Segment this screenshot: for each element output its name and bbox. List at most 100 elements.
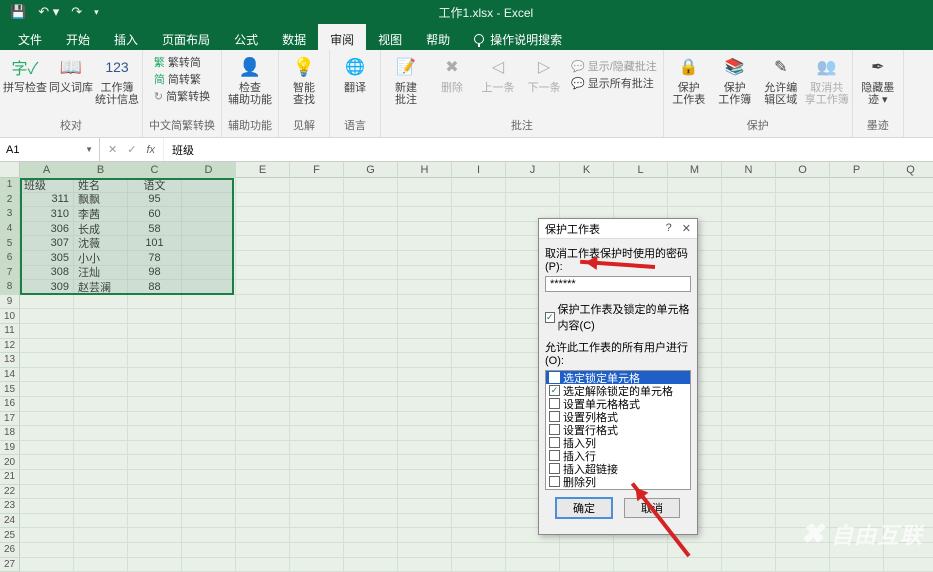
cell[interactable] xyxy=(236,193,290,208)
btn-translate[interactable]: 🌐 翻译 xyxy=(336,54,374,94)
cancel-button[interactable]: 取消 xyxy=(624,498,680,518)
cell[interactable] xyxy=(290,412,344,427)
cell[interactable] xyxy=(128,397,182,412)
cell[interactable] xyxy=(776,266,830,281)
cell[interactable] xyxy=(722,339,776,354)
cell[interactable] xyxy=(290,193,344,208)
cell[interactable] xyxy=(74,514,128,529)
cell[interactable]: 78 xyxy=(128,251,182,266)
col-header-Q[interactable]: Q xyxy=(884,162,933,178)
cell[interactable] xyxy=(128,543,182,558)
cell[interactable] xyxy=(182,251,236,266)
cell[interactable] xyxy=(506,558,560,572)
cell[interactable] xyxy=(506,543,560,558)
cell[interactable] xyxy=(884,426,933,441)
cell[interactable] xyxy=(398,470,452,485)
btn-spellcheck[interactable]: 字✓ 拼写检查 xyxy=(6,54,44,94)
cell[interactable] xyxy=(128,382,182,397)
cell[interactable] xyxy=(398,266,452,281)
cell[interactable] xyxy=(830,280,884,295)
cell[interactable] xyxy=(344,499,398,514)
row-header[interactable]: 24 xyxy=(0,514,20,529)
cell[interactable] xyxy=(290,324,344,339)
cell[interactable] xyxy=(452,543,506,558)
cell[interactable] xyxy=(290,236,344,251)
cell[interactable] xyxy=(20,558,74,572)
cell[interactable] xyxy=(236,528,290,543)
cell[interactable] xyxy=(884,324,933,339)
col-header-N[interactable]: N xyxy=(722,162,776,178)
cell[interactable] xyxy=(830,470,884,485)
cell[interactable] xyxy=(398,309,452,324)
cell[interactable] xyxy=(722,236,776,251)
cell[interactable] xyxy=(128,368,182,383)
cell[interactable] xyxy=(452,353,506,368)
cell[interactable] xyxy=(20,368,74,383)
tab-file[interactable]: 文件 xyxy=(6,24,54,50)
cell[interactable] xyxy=(182,339,236,354)
cell[interactable] xyxy=(290,470,344,485)
btn-protect-book[interactable]: 📚 保护 工作簿 xyxy=(716,54,754,106)
tab-data[interactable]: 数据 xyxy=(270,24,318,50)
cell[interactable] xyxy=(398,207,452,222)
cell[interactable] xyxy=(344,266,398,281)
cell[interactable] xyxy=(722,309,776,324)
cell[interactable]: 姓名 xyxy=(74,178,128,193)
tab-home[interactable]: 开始 xyxy=(54,24,102,50)
cell[interactable] xyxy=(344,543,398,558)
cell[interactable] xyxy=(20,543,74,558)
cell[interactable] xyxy=(128,412,182,427)
cell[interactable] xyxy=(182,295,236,310)
cell[interactable] xyxy=(560,558,614,572)
btn-next-comment[interactable]: ▷ 下一条 xyxy=(525,54,563,94)
cell[interactable] xyxy=(830,412,884,427)
cell[interactable] xyxy=(776,382,830,397)
cell[interactable] xyxy=(182,207,236,222)
cell[interactable] xyxy=(290,339,344,354)
cell[interactable] xyxy=(830,558,884,572)
cell[interactable] xyxy=(344,455,398,470)
cell[interactable] xyxy=(830,368,884,383)
row-header[interactable]: 16 xyxy=(0,397,20,412)
cell[interactable] xyxy=(290,441,344,456)
cell[interactable] xyxy=(884,470,933,485)
cell[interactable] xyxy=(182,236,236,251)
cell[interactable] xyxy=(398,193,452,208)
cell[interactable] xyxy=(290,514,344,529)
cell[interactable] xyxy=(722,543,776,558)
cell[interactable] xyxy=(182,222,236,237)
cell[interactable] xyxy=(182,412,236,427)
cell[interactable]: 赵芸澜 xyxy=(74,280,128,295)
cell[interactable] xyxy=(452,382,506,397)
cell[interactable] xyxy=(830,309,884,324)
cell[interactable] xyxy=(236,470,290,485)
row-header[interactable]: 17 xyxy=(0,412,20,427)
cell[interactable] xyxy=(128,558,182,572)
cell[interactable] xyxy=(722,368,776,383)
cell[interactable]: 306 xyxy=(20,222,74,237)
cell[interactable] xyxy=(506,178,560,193)
cell[interactable] xyxy=(452,368,506,383)
cell[interactable] xyxy=(182,266,236,281)
cell[interactable] xyxy=(668,543,722,558)
cell[interactable] xyxy=(776,485,830,500)
cell[interactable] xyxy=(830,397,884,412)
cell[interactable] xyxy=(560,178,614,193)
cell[interactable] xyxy=(452,499,506,514)
cell[interactable] xyxy=(20,382,74,397)
cell[interactable] xyxy=(128,499,182,514)
cell[interactable] xyxy=(290,397,344,412)
cell[interactable] xyxy=(776,295,830,310)
cell[interactable] xyxy=(182,397,236,412)
cell[interactable] xyxy=(452,266,506,281)
cell[interactable] xyxy=(236,382,290,397)
cell[interactable] xyxy=(344,514,398,529)
cell[interactable] xyxy=(776,324,830,339)
cell[interactable] xyxy=(830,382,884,397)
cell[interactable] xyxy=(344,368,398,383)
cell[interactable] xyxy=(830,499,884,514)
cell[interactable] xyxy=(344,470,398,485)
row-header[interactable]: 6 xyxy=(0,251,20,266)
cell[interactable] xyxy=(398,251,452,266)
cell[interactable] xyxy=(722,558,776,572)
